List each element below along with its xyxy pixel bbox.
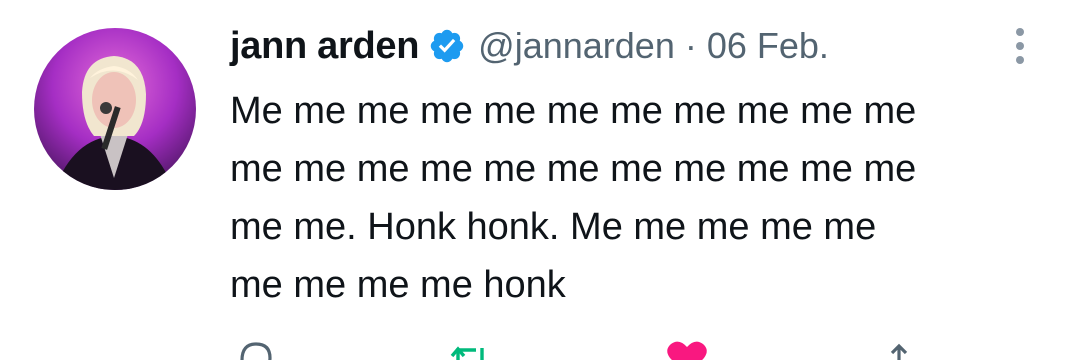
separator-dot: · [684,25,697,66]
tweet-text-line: Me me me me me me me me me me me [230,90,917,132]
tweet-header: jann arden @jannarden · 06 Feb. [230,20,829,72]
like-button[interactable] [662,338,712,360]
share-icon [884,338,914,360]
tweet[interactable]: jann arden @jannarden · 06 Feb. Me me me… [0,0,1080,360]
tweet-text-line: me me. Honk honk. Me me me me me [230,206,877,248]
share-button[interactable] [884,338,914,360]
display-name[interactable]: jann arden [230,25,419,68]
user-handle[interactable]: @jannarden [478,25,675,67]
more-vertical-icon[interactable] [1010,24,1030,68]
like-heart-icon [662,338,712,360]
tweet-date[interactable]: 06 Feb. [707,25,829,67]
tweet-text-line: me me me me me me me me me me me [230,148,917,190]
avatar[interactable] [34,28,196,190]
action-bar [234,338,934,360]
retweet-button[interactable] [446,338,494,360]
retweet-icon [446,338,494,360]
reply-button[interactable] [234,338,278,360]
tweet-text: Me me me me me me me me me me me me me m… [230,82,1030,314]
verified-badge-icon [428,27,466,65]
reply-icon [234,338,278,360]
tweet-text-line: me me me me honk [230,264,566,306]
